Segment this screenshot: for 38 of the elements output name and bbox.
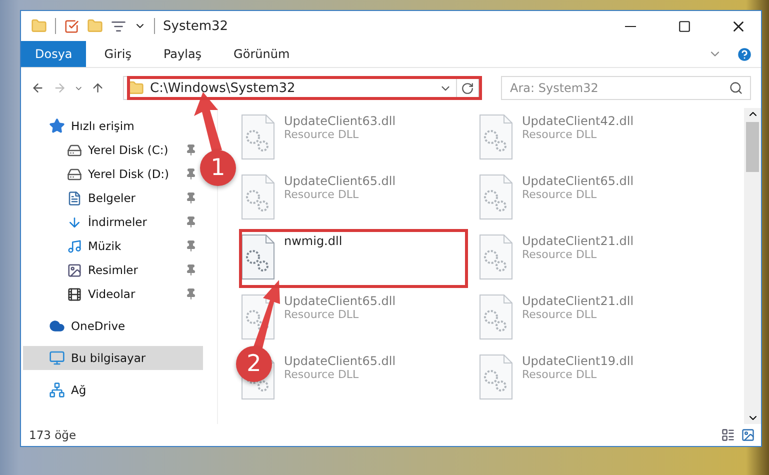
file-name[interactable]: UpdateClient42.dll [522, 114, 634, 128]
ribbon-tab[interactable]: Paylaş [149, 41, 216, 67]
file-name[interactable]: UpdateClient63.dll [284, 114, 396, 128]
file-name[interactable]: UpdateClient65.dll [284, 354, 396, 368]
sidebar-item[interactable]: Yerel Disk (D:) [23, 162, 203, 186]
search-field[interactable]: Ara: System32 [501, 76, 752, 100]
window-title: System32 [163, 18, 230, 34]
file-name[interactable]: UpdateClient21.dll [522, 234, 634, 248]
sidebar-item[interactable]: OneDrive [23, 314, 203, 338]
item-count: 173 öğe [29, 428, 76, 442]
address-path: C:\Windows\System32 [150, 80, 296, 96]
file-type: Resource DLL [522, 128, 598, 141]
file-type: Resource DLL [522, 248, 598, 261]
file-name[interactable]: UpdateClient19.dll [522, 354, 634, 368]
file-type: Resource DLL [284, 128, 360, 141]
file-name[interactable]: nwmig.dll [284, 234, 342, 248]
sidebar-item[interactable]: Yerel Disk (C:) [23, 138, 203, 162]
file-name[interactable]: UpdateClient65.dll [284, 294, 396, 308]
sidebar-item[interactable]: Ağ [23, 378, 203, 402]
ribbon-tab[interactable]: Görünüm [220, 41, 304, 67]
ribbon-tab[interactable]: Dosya [21, 41, 86, 67]
file-name[interactable]: UpdateClient65.dll [522, 174, 634, 188]
sidebar-item[interactable]: Müzik [23, 234, 203, 258]
sidebar-item[interactable]: Videolar [23, 282, 203, 306]
sidebar-item[interactable]: Hızlı erişim [23, 114, 203, 138]
sidebar-item[interactable]: Resimler [23, 258, 203, 282]
sidebar-item[interactable]: İndirmeler [23, 210, 203, 234]
ribbon-tab[interactable]: Giriş [90, 41, 146, 67]
file-name[interactable]: UpdateClient65.dll [284, 174, 396, 188]
file-type: Resource DLL [522, 368, 598, 381]
file-type: Resource DLL [284, 368, 360, 381]
sidebar-item[interactable]: Belgeler [23, 186, 203, 210]
sidebar-item[interactable]: Bu bilgisayar [23, 346, 203, 370]
file-type: Resource DLL [522, 308, 598, 321]
file-type: Resource DLL [284, 308, 360, 321]
file-name[interactable]: UpdateClient21.dll [522, 294, 634, 308]
file-type: Resource DLL [284, 188, 360, 201]
file-type: Resource DLL [522, 188, 598, 201]
